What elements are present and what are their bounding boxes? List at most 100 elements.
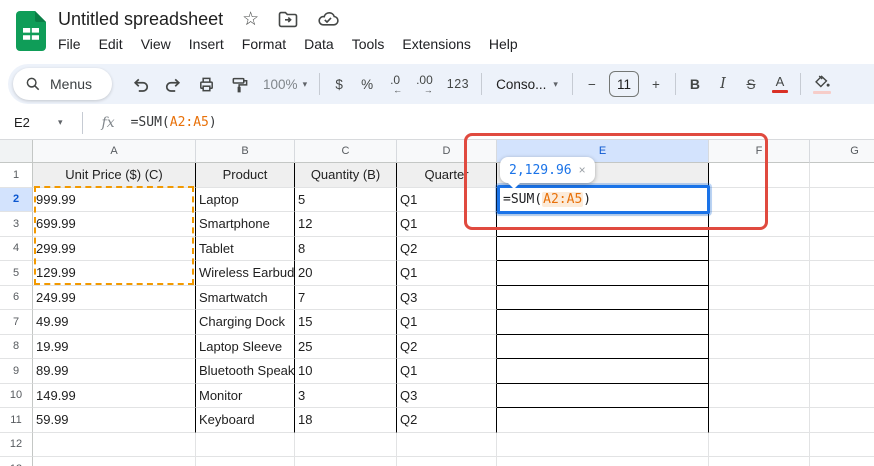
cell-F5[interactable] [709,261,810,286]
cell-B2[interactable]: Laptop [196,188,295,213]
zoom-select[interactable]: 100% ▾ [257,70,313,98]
cell-C6[interactable]: 7 [295,286,397,311]
cell-F7[interactable] [709,310,810,335]
cell-F6[interactable] [709,286,810,311]
row-header-4[interactable]: 4 [0,237,33,262]
bold-button[interactable]: B [682,70,708,98]
cell-B8[interactable]: Laptop Sleeve [196,335,295,360]
cell-D11[interactable]: Q2 [397,408,497,433]
row-header-13[interactable]: 13 [0,457,33,466]
more-formats-button[interactable]: 123 [441,70,475,98]
cell-A2[interactable]: 999.99 [33,188,196,213]
menu-tools[interactable]: Tools [343,34,394,54]
cell-G12[interactable] [810,433,874,458]
paint-format-button[interactable] [224,70,255,98]
text-color-button[interactable]: A [766,70,794,98]
cell-E6[interactable] [497,286,709,311]
cell-G6[interactable] [810,286,874,311]
close-icon[interactable]: × [579,163,586,177]
print-button[interactable] [191,70,222,98]
cell-B10[interactable]: Monitor [196,384,295,409]
row-header-1[interactable]: 1 [0,163,33,188]
row-header-6[interactable]: 6 [0,286,33,311]
row-header-11[interactable]: 11 [0,408,33,433]
chevron-down-icon[interactable]: ▾ [58,118,63,127]
cell-G11[interactable] [810,408,874,433]
increase-font-size-button[interactable]: + [643,70,669,98]
cell-D4[interactable]: Q2 [397,237,497,262]
format-percent-button[interactable]: % [354,70,380,98]
formula-input[interactable]: =SUM(A2:A5) [131,115,217,130]
cell-B9[interactable]: Bluetooth Speaker [196,359,295,384]
cell-C2[interactable]: 5 [295,188,397,213]
cell-A6[interactable]: 249.99 [33,286,196,311]
cell-D6[interactable]: Q3 [397,286,497,311]
cell-G10[interactable] [810,384,874,409]
cell-A11[interactable]: 59.99 [33,408,196,433]
cell-G5[interactable] [810,261,874,286]
cell-E13[interactable] [497,457,709,466]
cell-B5[interactable]: Wireless Earbuds [196,261,295,286]
row-header-5[interactable]: 5 [0,261,33,286]
cell-E8[interactable] [497,335,709,360]
star-icon[interactable]: ☆ [242,10,259,29]
cell-B11[interactable]: Keyboard [196,408,295,433]
cell-F2[interactable] [709,188,810,213]
cell-E4[interactable] [497,237,709,262]
menu-view[interactable]: View [132,34,180,54]
name-box[interactable]: E2 [0,115,58,130]
column-header-B[interactable]: B [196,140,295,163]
row-header-12[interactable]: 12 [0,433,33,458]
move-to-folder-icon[interactable] [278,11,298,28]
menu-help[interactable]: Help [480,34,527,54]
cell-D2[interactable]: Q1 [397,188,497,213]
cell-C7[interactable]: 15 [295,310,397,335]
cell-E12[interactable] [497,433,709,458]
cell-A7[interactable]: 49.99 [33,310,196,335]
cell-G4[interactable] [810,237,874,262]
cell-C5[interactable]: 20 [295,261,397,286]
cell-C10[interactable]: 3 [295,384,397,409]
cell-B4[interactable]: Tablet [196,237,295,262]
cell-F4[interactable] [709,237,810,262]
row-header-2[interactable]: 2 [0,188,33,213]
cell-G9[interactable] [810,359,874,384]
font-select[interactable]: Conso... ▾ [488,70,566,98]
select-all-corner[interactable] [0,140,33,163]
italic-button[interactable]: I [710,70,736,98]
cell-A9[interactable]: 89.99 [33,359,196,384]
column-header-F[interactable]: F [709,140,810,163]
cell-A3[interactable]: 699.99 [33,212,196,237]
cell-E5[interactable] [497,261,709,286]
cell-D7[interactable]: Q1 [397,310,497,335]
column-header-C[interactable]: C [295,140,397,163]
cell-C11[interactable]: 18 [295,408,397,433]
cell-F11[interactable] [709,408,810,433]
cell-G2[interactable] [810,188,874,213]
decrease-decimal-button[interactable]: .0 ← [382,70,408,98]
format-currency-button[interactable]: $ [326,70,352,98]
document-title[interactable]: Untitled spreadsheet [58,9,223,30]
menu-file[interactable]: File [49,34,90,54]
decrease-font-size-button[interactable]: − [579,70,605,98]
cell-D9[interactable]: Q1 [397,359,497,384]
cell-D12[interactable] [397,433,497,458]
increase-decimal-button[interactable]: .00 → [410,70,439,98]
cell-D8[interactable]: Q2 [397,335,497,360]
cell-A13[interactable] [33,457,196,466]
cell-F13[interactable] [709,457,810,466]
cell-A12[interactable] [33,433,196,458]
cell-G13[interactable] [810,457,874,466]
menu-edit[interactable]: Edit [90,34,132,54]
cell-B7[interactable]: Charging Dock [196,310,295,335]
cell-G3[interactable] [810,212,874,237]
cell-D3[interactable]: Q1 [397,212,497,237]
cell-C12[interactable] [295,433,397,458]
row-header-3[interactable]: 3 [0,212,33,237]
cell-C13[interactable] [295,457,397,466]
row-header-7[interactable]: 7 [0,310,33,335]
cell-E7[interactable] [497,310,709,335]
font-size-input[interactable]: 11 [609,71,639,97]
cell-B3[interactable]: Smartphone [196,212,295,237]
cell-C3[interactable]: 12 [295,212,397,237]
